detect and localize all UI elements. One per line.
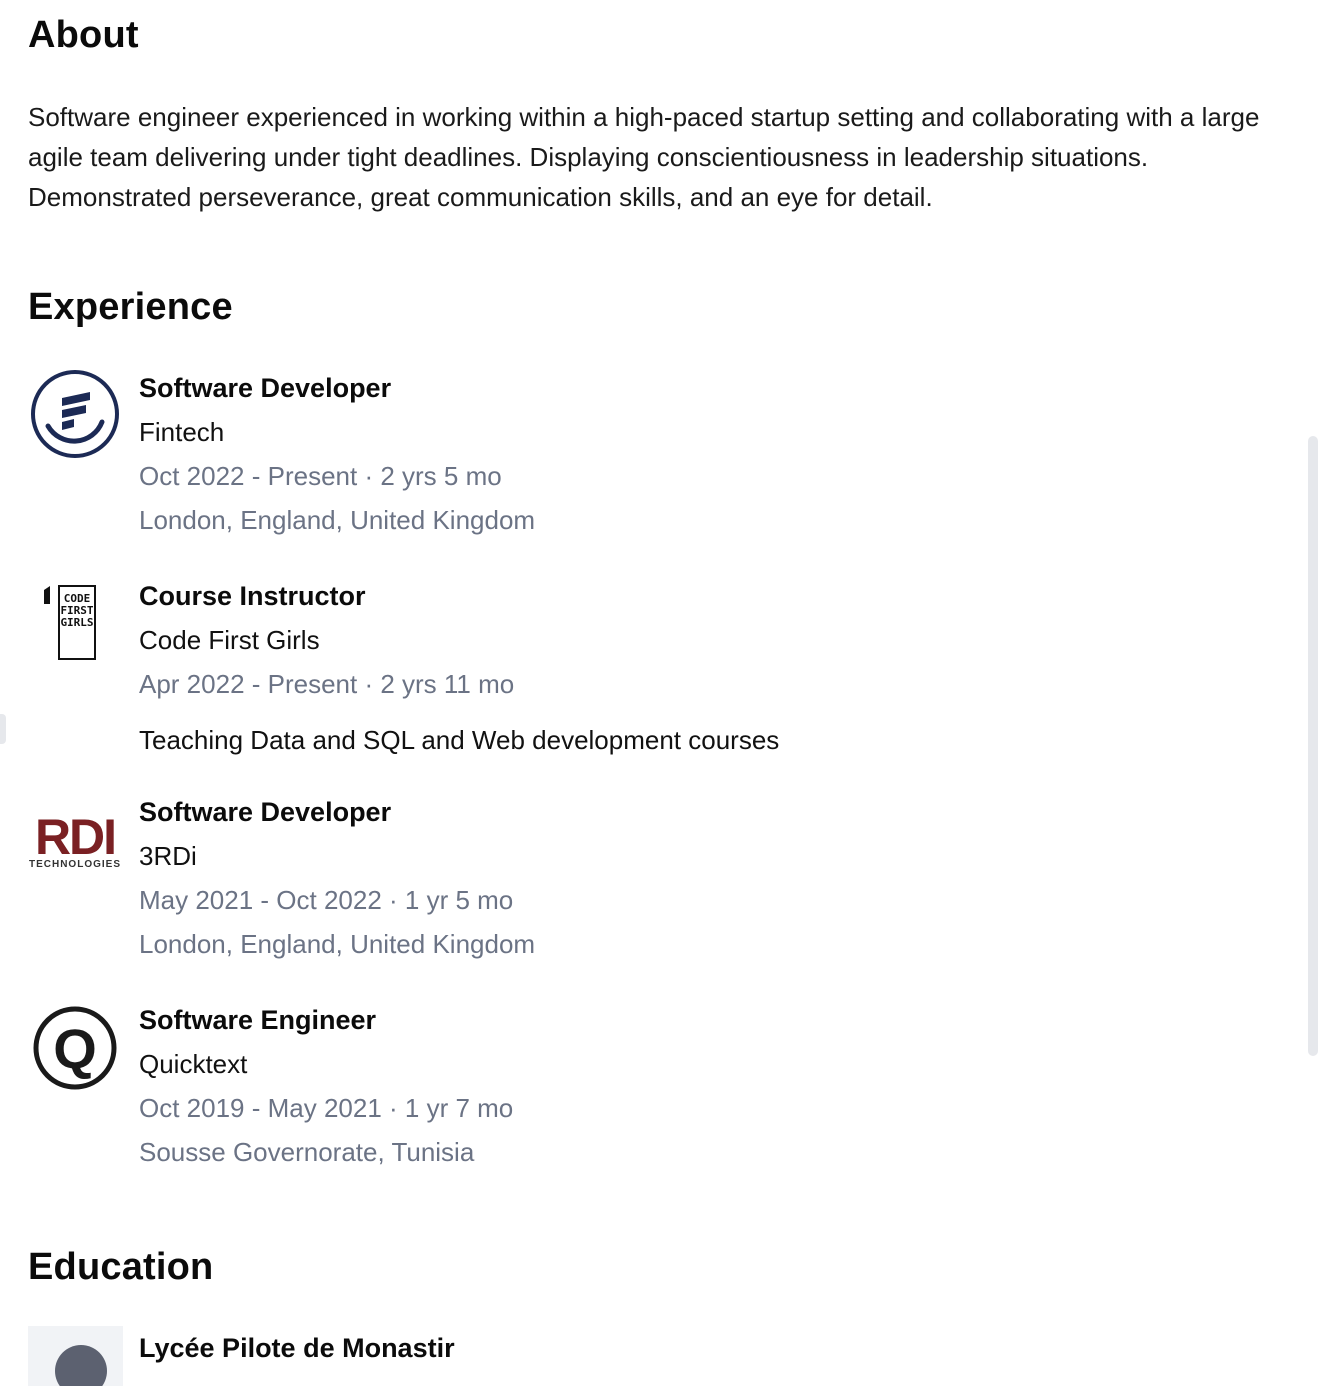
rdi-logo-subtitle: TECHNOLOGIES	[29, 859, 121, 870]
about-text: Software engineer experienced in working…	[28, 102, 1260, 212]
fintech-logo-icon	[28, 366, 122, 460]
job-description: Teaching Data and SQL and Web developmen…	[139, 725, 780, 755]
code-first-girls-logo-line: GIRLS	[60, 616, 93, 629]
job-location: London, England, United Kingdom	[139, 505, 536, 535]
rdi-technologies-logo-icon: RDI TECHNOLOGIES	[28, 790, 122, 884]
company-name: Fintech	[139, 417, 225, 447]
about-heading: About	[28, 14, 139, 56]
education-details: Lycée Pilote de Monastir	[139, 1326, 455, 1370]
experience-details: Software Developer 3RDi May 2021 - Oct 2…	[139, 790, 535, 966]
job-dates: Apr 2022 - Present · 2 yrs 11 mo	[139, 669, 515, 699]
job-dates: Oct 2022 - Present · 2 yrs 5 mo	[139, 461, 502, 491]
school-placeholder-icon	[28, 1326, 123, 1391]
school-name: Lycée Pilote de Monastir	[139, 1333, 455, 1363]
education-heading: Education	[28, 1246, 214, 1288]
experience-details: Course Instructor Code First Girls Apr 2…	[139, 574, 779, 762]
quicktext-logo-icon: Q	[28, 998, 122, 1092]
job-dates: Oct 2019 - May 2021 · 1 yr 7 mo	[139, 1093, 514, 1123]
experience-heading: Experience	[28, 286, 233, 328]
side-panel-handle[interactable]	[0, 714, 6, 744]
job-title: Software Developer	[139, 797, 392, 827]
company-name: 3RDi	[139, 841, 197, 871]
job-dates: May 2021 - Oct 2022 · 1 yr 5 mo	[139, 885, 514, 915]
code-first-girls-logo-icon: CODE FIRST GIRLS	[28, 574, 122, 668]
company-name: Quicktext	[139, 1049, 248, 1079]
experience-details: Software Engineer Quicktext Oct 2019 - M…	[139, 998, 513, 1174]
quicktext-logo-letter: Q	[53, 1017, 97, 1080]
rdi-logo-wordmark: RDI	[35, 809, 115, 865]
job-title: Course Instructor	[139, 581, 366, 611]
experience-details: Software Developer Fintech Oct 2022 - Pr…	[139, 366, 535, 542]
job-title: Software Developer	[139, 373, 392, 403]
job-location: London, England, United Kingdom	[139, 929, 536, 959]
job-location: Sousse Governorate, Tunisia	[139, 1137, 475, 1167]
company-name: Code First Girls	[139, 625, 320, 655]
scrollbar[interactable]	[1308, 436, 1318, 1056]
job-title: Software Engineer	[139, 1005, 377, 1035]
